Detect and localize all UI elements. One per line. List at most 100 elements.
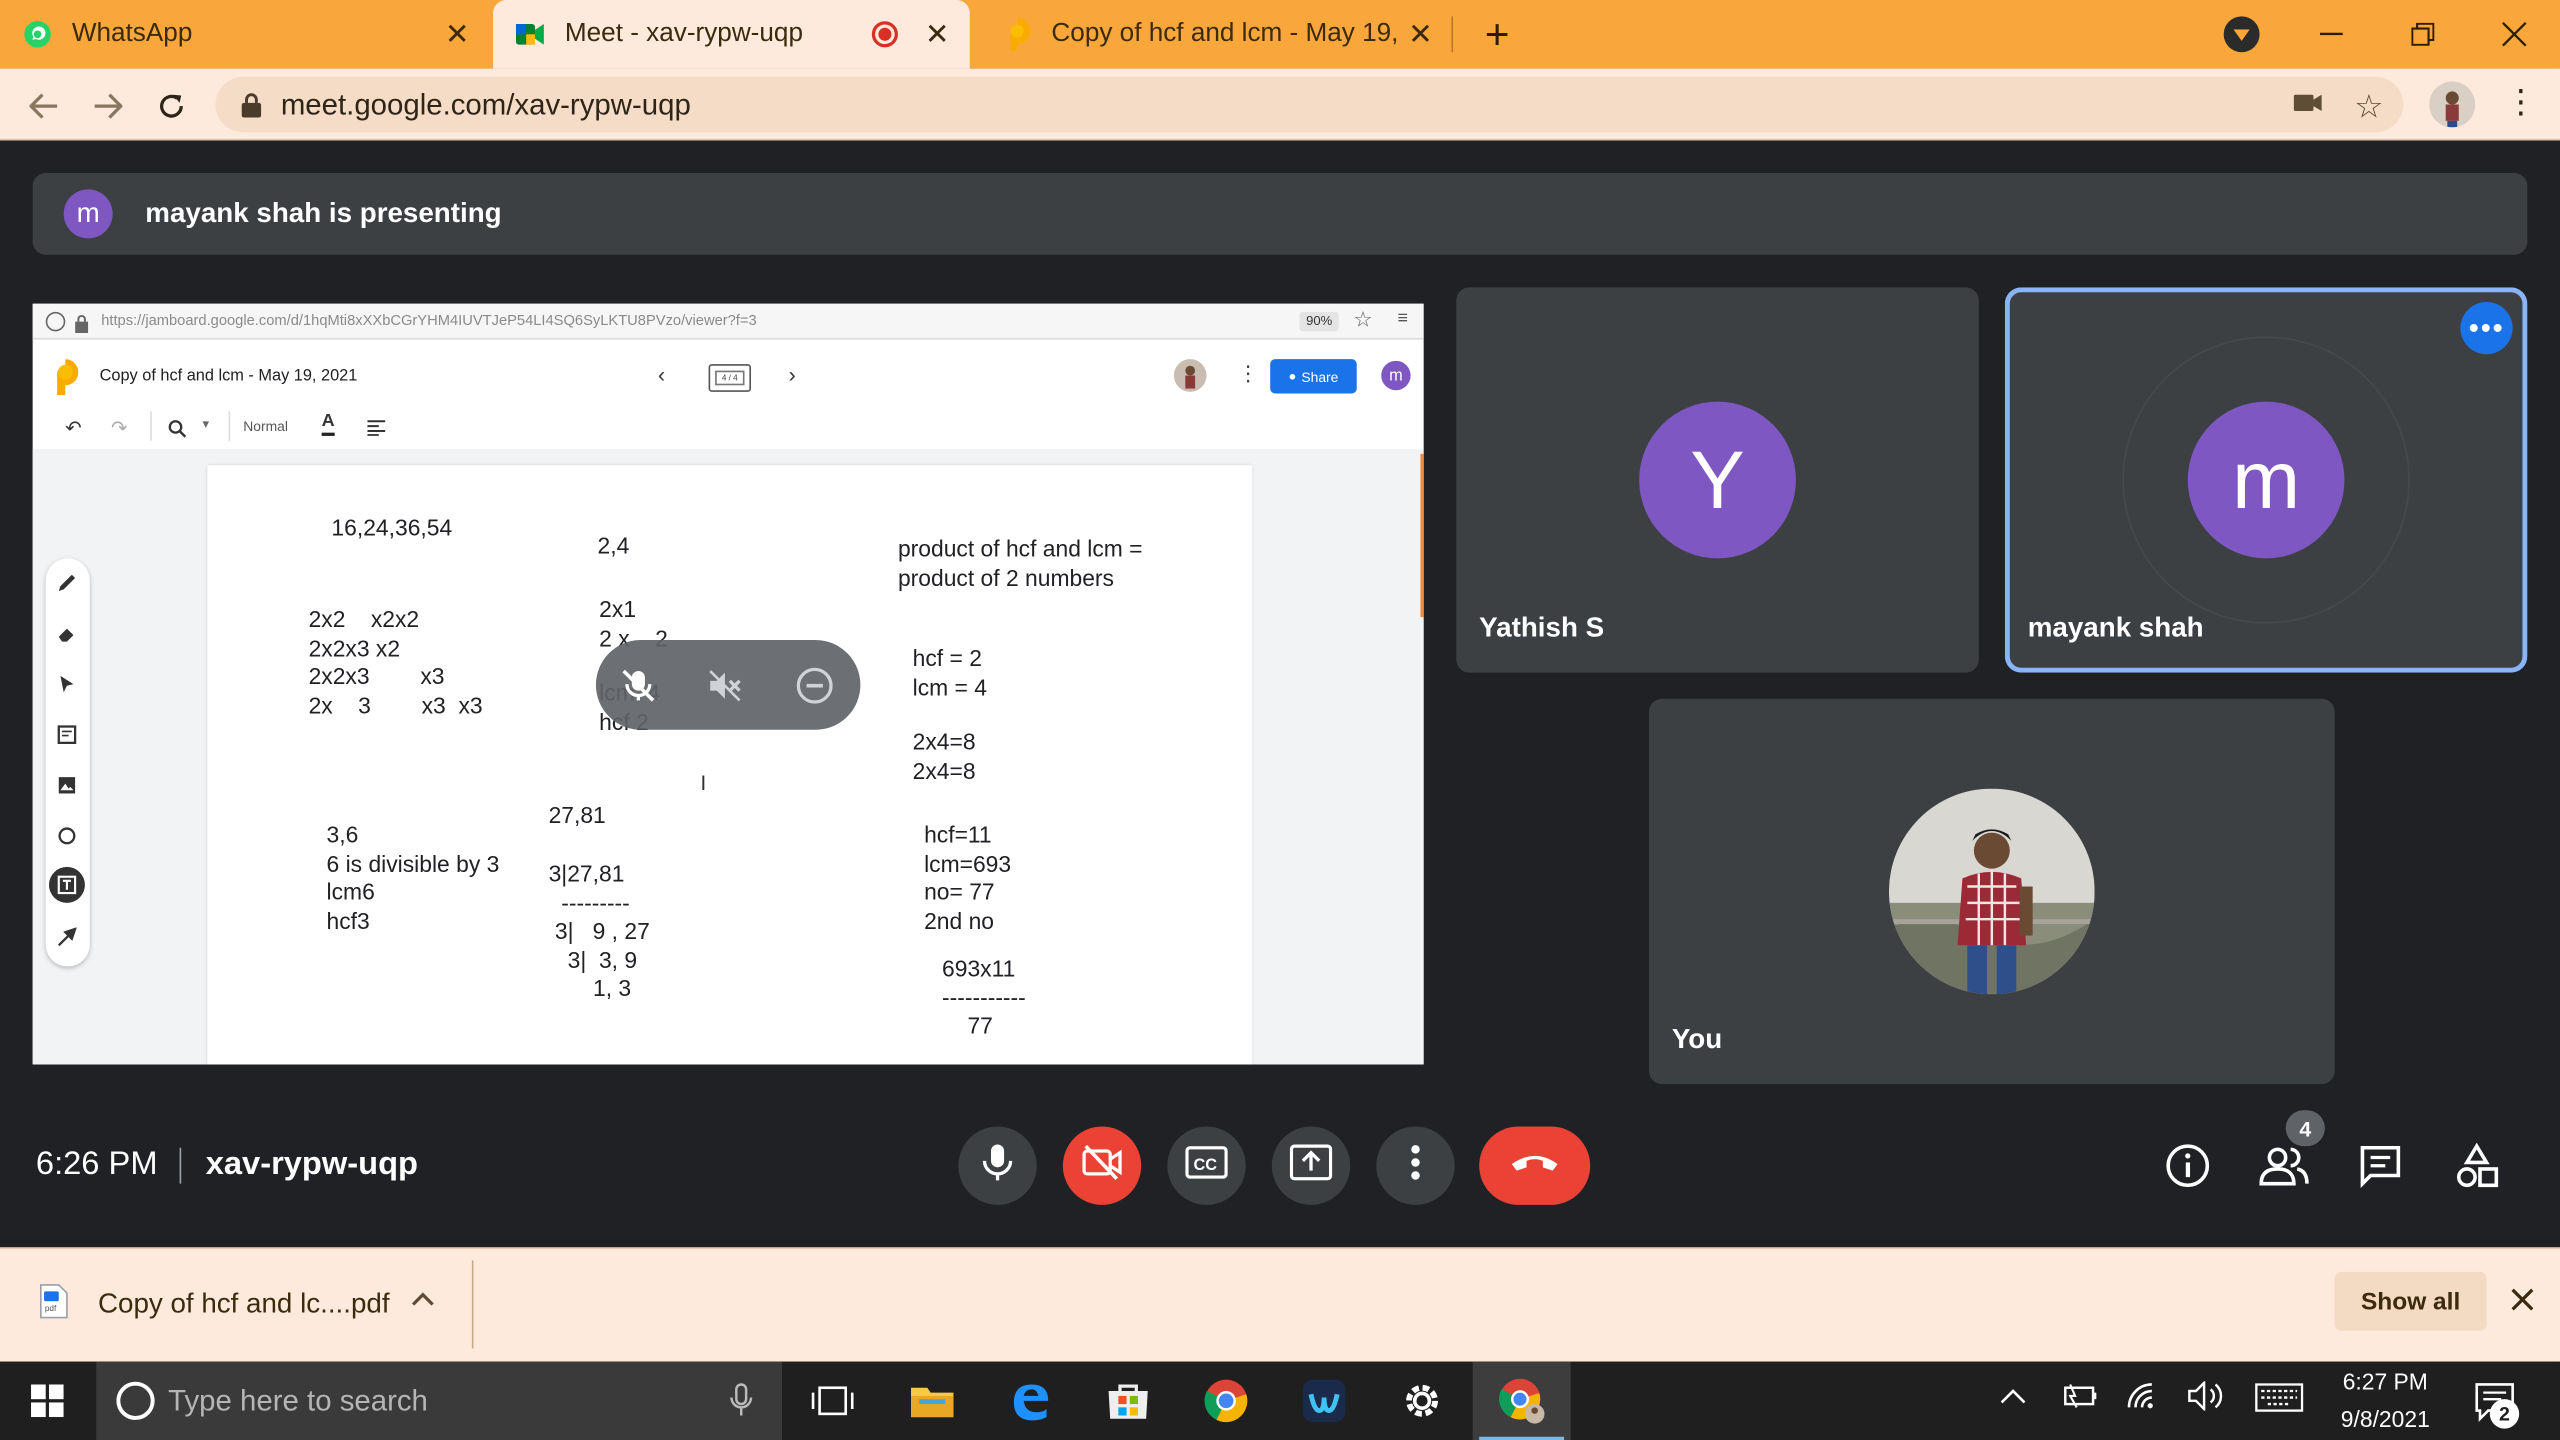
- jam-user-photo: [1173, 359, 1207, 392]
- people-icon[interactable]: [2256, 1138, 2312, 1194]
- close-window-icon[interactable]: [2469, 0, 2560, 69]
- microsoft-store-icon[interactable]: [1081, 1362, 1176, 1440]
- speaker-muted-overlay-icon: [705, 666, 744, 713]
- jam-logo-icon: [52, 359, 79, 403]
- activities-icon[interactable]: [2449, 1138, 2505, 1194]
- file-explorer-icon[interactable]: [885, 1362, 980, 1440]
- jam-url-text: https://jamboard.google.com/d/1hqMti8xXX…: [101, 311, 757, 329]
- more-actions-button[interactable]: [1376, 1126, 1455, 1205]
- presentation-overlay-controls: [595, 639, 861, 730]
- task-view-icon[interactable]: [785, 1362, 880, 1440]
- remove-overlay-icon: [795, 666, 834, 713]
- forward-icon[interactable]: [83, 82, 132, 131]
- people-count-badge: 4: [2285, 1110, 2325, 1147]
- close-shelf-icon[interactable]: [2509, 1287, 2535, 1321]
- jam-note: 3|27,81 --------- 3| 9 , 27 3| 3, 9 1, 3: [548, 860, 650, 1001]
- jam-sticky-note-icon: [52, 720, 81, 749]
- chrome-profile-icon[interactable]: [1474, 1362, 1569, 1440]
- tab-search-icon[interactable]: [2223, 16, 2260, 53]
- tab-meet[interactable]: Meet - xav-rypw-uqp ✕: [493, 0, 970, 69]
- voice-search-icon[interactable]: [730, 1383, 753, 1427]
- more-options-icon[interactable]: •••: [2460, 302, 2513, 355]
- close-tab-icon[interactable]: ✕: [918, 17, 957, 51]
- meeting-time: 6:26 PM: [35, 1146, 158, 1183]
- jam-scroll-indicator: [1420, 453, 1424, 618]
- jam-note: 27,81: [548, 801, 606, 828]
- bookmark-star-icon[interactable]: ☆: [2354, 87, 2383, 128]
- chrome-menu-icon[interactable]: ⋮: [2504, 85, 2537, 121]
- jam-prev-frame-icon: ‹: [657, 362, 666, 387]
- microphone-button[interactable]: [958, 1126, 1037, 1205]
- jam-zoom-badge: 90%: [1299, 311, 1339, 332]
- reload-icon[interactable]: [147, 82, 196, 131]
- touch-keyboard-icon[interactable]: [2255, 1383, 2304, 1421]
- jam-person-icon: ●: [1288, 368, 1297, 384]
- download-filename: Copy of hcf and lc....pdf: [97, 1288, 390, 1320]
- jam-toolbar-divider: [150, 411, 152, 441]
- closed-captions-icon: CC: [1185, 1145, 1228, 1186]
- participant-tile-you: You: [1648, 698, 2335, 1085]
- camera-button[interactable]: [1062, 1126, 1142, 1205]
- jam-tool-rail: [45, 558, 90, 967]
- windows-start-icon[interactable]: [0, 1362, 95, 1440]
- participant-tile-yathish: Y Yathish S: [1456, 287, 1979, 673]
- jam-undo-icon: ↶: [65, 416, 82, 440]
- jam-redo-icon: ↷: [111, 416, 128, 440]
- jam-share-button: ● Share: [1270, 359, 1357, 394]
- battery-icon[interactable]: [2060, 1381, 2099, 1419]
- tab-title: WhatsApp: [71, 19, 193, 48]
- taskbar-clock-time[interactable]: 6:27 PM: [2325, 1368, 2446, 1394]
- participant-name: Yathish S: [1479, 612, 1605, 644]
- jam-laser-icon: [52, 922, 81, 951]
- close-tab-icon[interactable]: ✕: [438, 17, 477, 51]
- jam-image-icon: [52, 771, 81, 800]
- tab-whatsapp[interactable]: WhatsApp ✕: [0, 0, 490, 69]
- show-hidden-icons-icon[interactable]: [1998, 1384, 2027, 1413]
- jam-note: 2x2 x2x2 2x2x3 x2 2x2x3 x3 2x 3 x3 x3: [308, 605, 483, 718]
- jam-pen-icon: [52, 568, 81, 597]
- camera-blocked-icon[interactable]: [2292, 90, 2325, 124]
- jam-frame: 16,24,36,54 2x2 x2x2 2x2x3 x2 2x2x3 x3 2…: [207, 465, 1253, 1065]
- back-icon[interactable]: [20, 82, 69, 131]
- meeting-details-icon[interactable]: [2160, 1138, 2216, 1194]
- webex-icon[interactable]: [1277, 1362, 1372, 1440]
- profile-avatar[interactable]: [2429, 81, 2476, 128]
- chat-icon[interactable]: [2353, 1138, 2409, 1194]
- jam-account-avatar: m: [1381, 360, 1411, 391]
- address-bar[interactable]: meet.google.com/xav-rypw-uqp: [215, 76, 2404, 133]
- meeting-code: xav-rypw-uqp: [205, 1146, 419, 1183]
- minimize-icon[interactable]: [2286, 0, 2377, 69]
- jam-align-icon: [367, 415, 386, 444]
- settings-gear-icon[interactable]: [1375, 1362, 1470, 1440]
- jam-note: 16,24,36,54: [331, 514, 453, 541]
- jam-lock-icon: [75, 312, 89, 341]
- jam-zoom-dropdown-icon: ▾: [202, 416, 210, 432]
- jam-font-style: Normal: [243, 417, 289, 435]
- new-tab-icon[interactable]: +: [1473, 9, 1522, 59]
- chevron-up-icon[interactable]: [411, 1287, 434, 1316]
- wifi-icon[interactable]: [2126, 1381, 2162, 1419]
- jam-text-color-icon: A: [321, 411, 335, 436]
- participant-name: mayank shah: [2027, 612, 2204, 644]
- whatsapp-icon: [23, 20, 52, 49]
- taskbar-clock-date[interactable]: 9/8/2021: [2325, 1406, 2446, 1432]
- svg-text:CC: CC: [1193, 1155, 1217, 1173]
- close-tab-icon[interactable]: ✕: [1401, 17, 1440, 51]
- restore-icon[interactable]: [2377, 0, 2468, 69]
- lock-icon: [241, 92, 262, 117]
- recording-indicator-icon: [871, 21, 898, 48]
- tab-title: Meet - xav-rypw-uqp: [564, 19, 803, 48]
- captions-button[interactable]: CC: [1167, 1126, 1246, 1205]
- leave-call-button[interactable]: [1479, 1126, 1591, 1205]
- participant-tile-mayank: m mayank shah •••: [2004, 287, 2528, 673]
- tab-jamboard[interactable]: Copy of hcf and lcm - May 19, 20 ✕: [980, 0, 1453, 69]
- present-screen-button[interactable]: [1271, 1126, 1351, 1205]
- volume-icon[interactable]: [2188, 1379, 2227, 1419]
- show-all-button[interactable]: Show all: [2334, 1271, 2487, 1331]
- participant-name: You: [1671, 1023, 1723, 1055]
- presenting-text: mayank shah is presenting: [145, 197, 502, 229]
- tab-title: Copy of hcf and lcm - May 19, 20: [1051, 19, 1401, 48]
- chrome-icon[interactable]: [1179, 1362, 1274, 1440]
- edge-browser-icon[interactable]: [983, 1362, 1078, 1440]
- taskbar-search-placeholder: Type here to search: [168, 1384, 428, 1418]
